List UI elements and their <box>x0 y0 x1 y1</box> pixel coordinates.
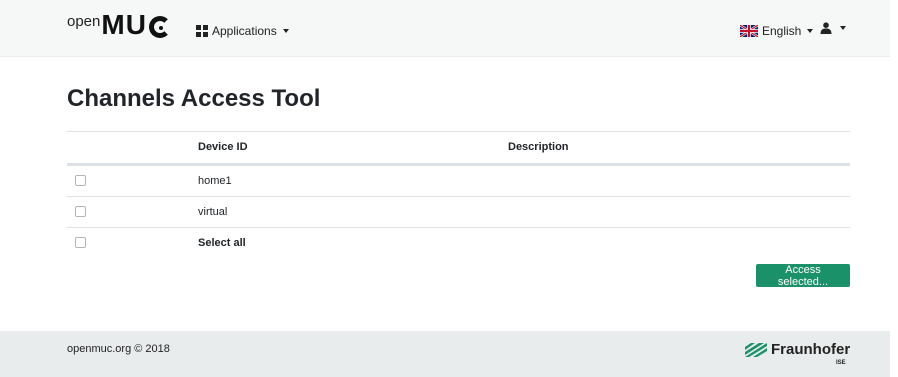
navbar: open MU Applications English <box>0 0 890 57</box>
brand-logo[interactable]: open MU <box>67 10 171 40</box>
devices-table: Device ID Description home1 virtual Sele… <box>67 131 850 258</box>
device-id-cell: virtual <box>198 206 228 218</box>
applications-menu[interactable]: Applications <box>196 24 289 38</box>
language-label: English <box>762 24 802 38</box>
uk-flag-icon <box>740 25 758 37</box>
chevron-down-icon <box>807 29 814 33</box>
table-header: Device ID Description <box>67 131 850 165</box>
select-all-label: Select all <box>198 237 246 249</box>
page-title: Channels Access Tool <box>67 85 321 112</box>
chevron-down-icon <box>840 26 846 30</box>
brand-prefix: open <box>67 13 101 30</box>
grid-icon <box>196 25 208 37</box>
copyright-text: openmuc.org © 2018 <box>67 343 170 355</box>
column-header-device-id: Device ID <box>198 141 248 153</box>
user-menu[interactable] <box>820 22 846 34</box>
brand-c-icon <box>148 16 171 38</box>
table-row: virtual <box>67 196 850 227</box>
row-checkbox[interactable] <box>75 206 86 217</box>
device-id-cell: home1 <box>198 175 232 187</box>
column-header-description: Description <box>508 141 569 153</box>
select-all-row: Select all <box>67 227 850 258</box>
select-all-checkbox[interactable] <box>75 237 86 248</box>
table-row: home1 <box>67 165 850 196</box>
applications-label: Applications <box>212 24 277 38</box>
fraunhofer-sub: ISE <box>836 360 846 366</box>
chevron-down-icon <box>282 29 289 33</box>
user-icon <box>820 22 832 34</box>
row-checkbox[interactable] <box>75 175 86 186</box>
fraunhofer-logo: Fraunhofer ISE <box>745 341 851 366</box>
language-menu[interactable]: English <box>740 24 814 38</box>
fraunhofer-name: Fraunhofer <box>771 341 851 358</box>
access-selected-button[interactable]: Access selected... <box>756 264 850 288</box>
fraunhofer-stripes-icon <box>745 343 767 357</box>
footer: openmuc.org © 2018 Fraunhofer ISE <box>0 331 890 377</box>
brand-name: MU <box>101 9 147 40</box>
